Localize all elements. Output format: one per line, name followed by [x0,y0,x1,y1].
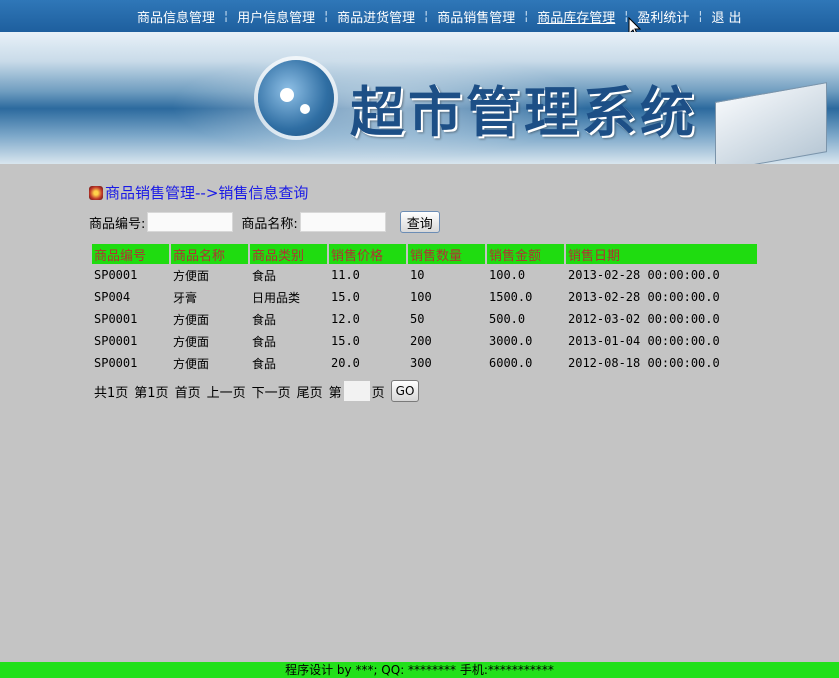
cell-amount: 500.0 [489,312,526,326]
cell-quantity: 200 [410,334,432,348]
go-button[interactable]: GO [390,380,420,402]
goto-page-input[interactable] [343,381,370,401]
table-row: SP0001 方便面 食品 12.0 50 500.0 2012-03-02 0… [92,308,757,330]
cell-code: SP0001 [94,268,138,282]
banner-logo-dot [280,88,294,102]
cell-name: 方便面 [173,356,210,371]
banner-computer-illustration [715,82,827,164]
cell-code: SP0001 [94,312,138,326]
product-name-input[interactable] [299,212,386,232]
cell-quantity: 50 [410,312,425,326]
table-row: SP0001 方便面 食品 20.0 300 6000.0 2012-08-18… [92,352,757,374]
cell-price: 12.0 [331,312,360,326]
column-header-date: 销售日期 [566,244,757,264]
cell-name: 方便面 [173,312,210,327]
cell-price: 11.0 [331,268,360,282]
table-row: SP0001 方便面 食品 15.0 200 3000.0 2013-01-04… [92,330,757,352]
cell-amount: 100.0 [489,268,526,282]
cell-name: 方便面 [173,334,210,349]
table-row: SP0001 方便面 食品 11.0 10 100.0 2013-02-28 0… [92,264,757,286]
page-title: 商品销售管理-->销售信息查询 [105,184,309,202]
cell-code: SP004 [94,290,131,304]
system-title: 超市管理系统 [350,80,698,144]
cell-price: 15.0 [331,290,360,304]
prev-page-link[interactable]: 上一页 [207,382,246,401]
pagination: 共1页 第1页 首页 上一页 下一页 尾页 第 页 GO [94,380,420,402]
last-page-link[interactable]: 尾页 [297,382,323,401]
product-code-label: 商品编号: [89,216,146,232]
cell-quantity: 100 [410,290,432,304]
footer: 程序设计 by ***; QQ: ******** 手机:*********** [0,662,839,678]
column-header-name: 商品名称 [171,244,248,264]
table-row: SP004 牙膏 日用品类 15.0 100 1500.0 2013-02-28… [92,286,757,308]
column-header-category: 商品类别 [250,244,327,264]
cell-price: 20.0 [331,356,360,370]
top-navigation: 商品信息管理 ¦ 用户信息管理 ¦ 商品进货管理 ¦ 商品销售管理 ¦ 商品库存… [0,0,839,32]
nav-item-user-info[interactable]: 用户信息管理 [228,7,324,26]
cell-code: SP0001 [94,334,138,348]
column-header-code: 商品编号 [92,244,169,264]
nav-item-sales[interactable]: 商品销售管理 [428,7,524,26]
table-header-row: 商品编号 商品名称 商品类别 销售价格 销售数量 销售金额 销售日期 [92,244,757,264]
nav-item-logout[interactable]: 退 出 [702,7,750,26]
cell-quantity: 10 [410,268,425,282]
cell-category: 食品 [252,356,277,371]
column-header-amount: 销售金额 [487,244,564,264]
banner-logo-dot [300,104,310,114]
header-banner: 超市管理系统 [0,32,839,164]
cell-name: 牙膏 [173,290,198,305]
cell-date: 2012-03-02 00:00:00.0 [568,312,720,326]
page-total: 共1页 [94,385,129,401]
home-badge-icon [89,185,103,200]
banner-logo-icon [258,60,334,136]
cell-amount: 6000.0 [489,356,533,370]
product-name-label: 商品名称: [241,216,298,232]
sales-table: 商品编号 商品名称 商品类别 销售价格 销售数量 销售金额 销售日期 SP000… [90,244,759,374]
goto-suffix: 页 [371,385,385,401]
page-current: 第1页 [134,385,169,401]
cell-amount: 1500.0 [489,290,533,304]
cell-category: 食品 [252,334,277,349]
cell-date: 2013-02-28 00:00:00.0 [568,268,720,282]
query-button[interactable]: 查询 [399,211,440,233]
nav-item-product-info[interactable]: 商品信息管理 [128,7,224,26]
next-page-link[interactable]: 下一页 [252,382,291,401]
cell-date: 2013-02-28 00:00:00.0 [568,290,720,304]
column-header-quantity: 销售数量 [408,244,485,264]
breadcrumb: 商品销售管理-->销售信息查询 [89,182,308,203]
cell-quantity: 300 [410,356,432,370]
first-page-link[interactable]: 首页 [175,382,201,401]
cell-amount: 3000.0 [489,334,533,348]
search-form: 商品编号: 商品名称: 查询 [89,210,440,234]
product-code-input[interactable] [147,212,234,232]
cell-category: 日用品类 [252,290,301,305]
cell-category: 食品 [252,268,277,283]
nav-item-purchase[interactable]: 商品进货管理 [328,7,424,26]
cell-date: 2013-01-04 00:00:00.0 [568,334,720,348]
cell-name: 方便面 [173,268,210,283]
column-header-price: 销售价格 [329,244,406,264]
goto-prefix: 第 [328,385,342,401]
cell-code: SP0001 [94,356,138,370]
cell-date: 2012-08-18 00:00:00.0 [568,356,720,370]
footer-text: 程序设计 by ***; QQ: ******** 手机:*********** [285,663,554,677]
cell-category: 食品 [252,312,277,327]
nav-item-inventory[interactable]: 商品库存管理 [528,7,624,26]
cell-price: 15.0 [331,334,360,348]
